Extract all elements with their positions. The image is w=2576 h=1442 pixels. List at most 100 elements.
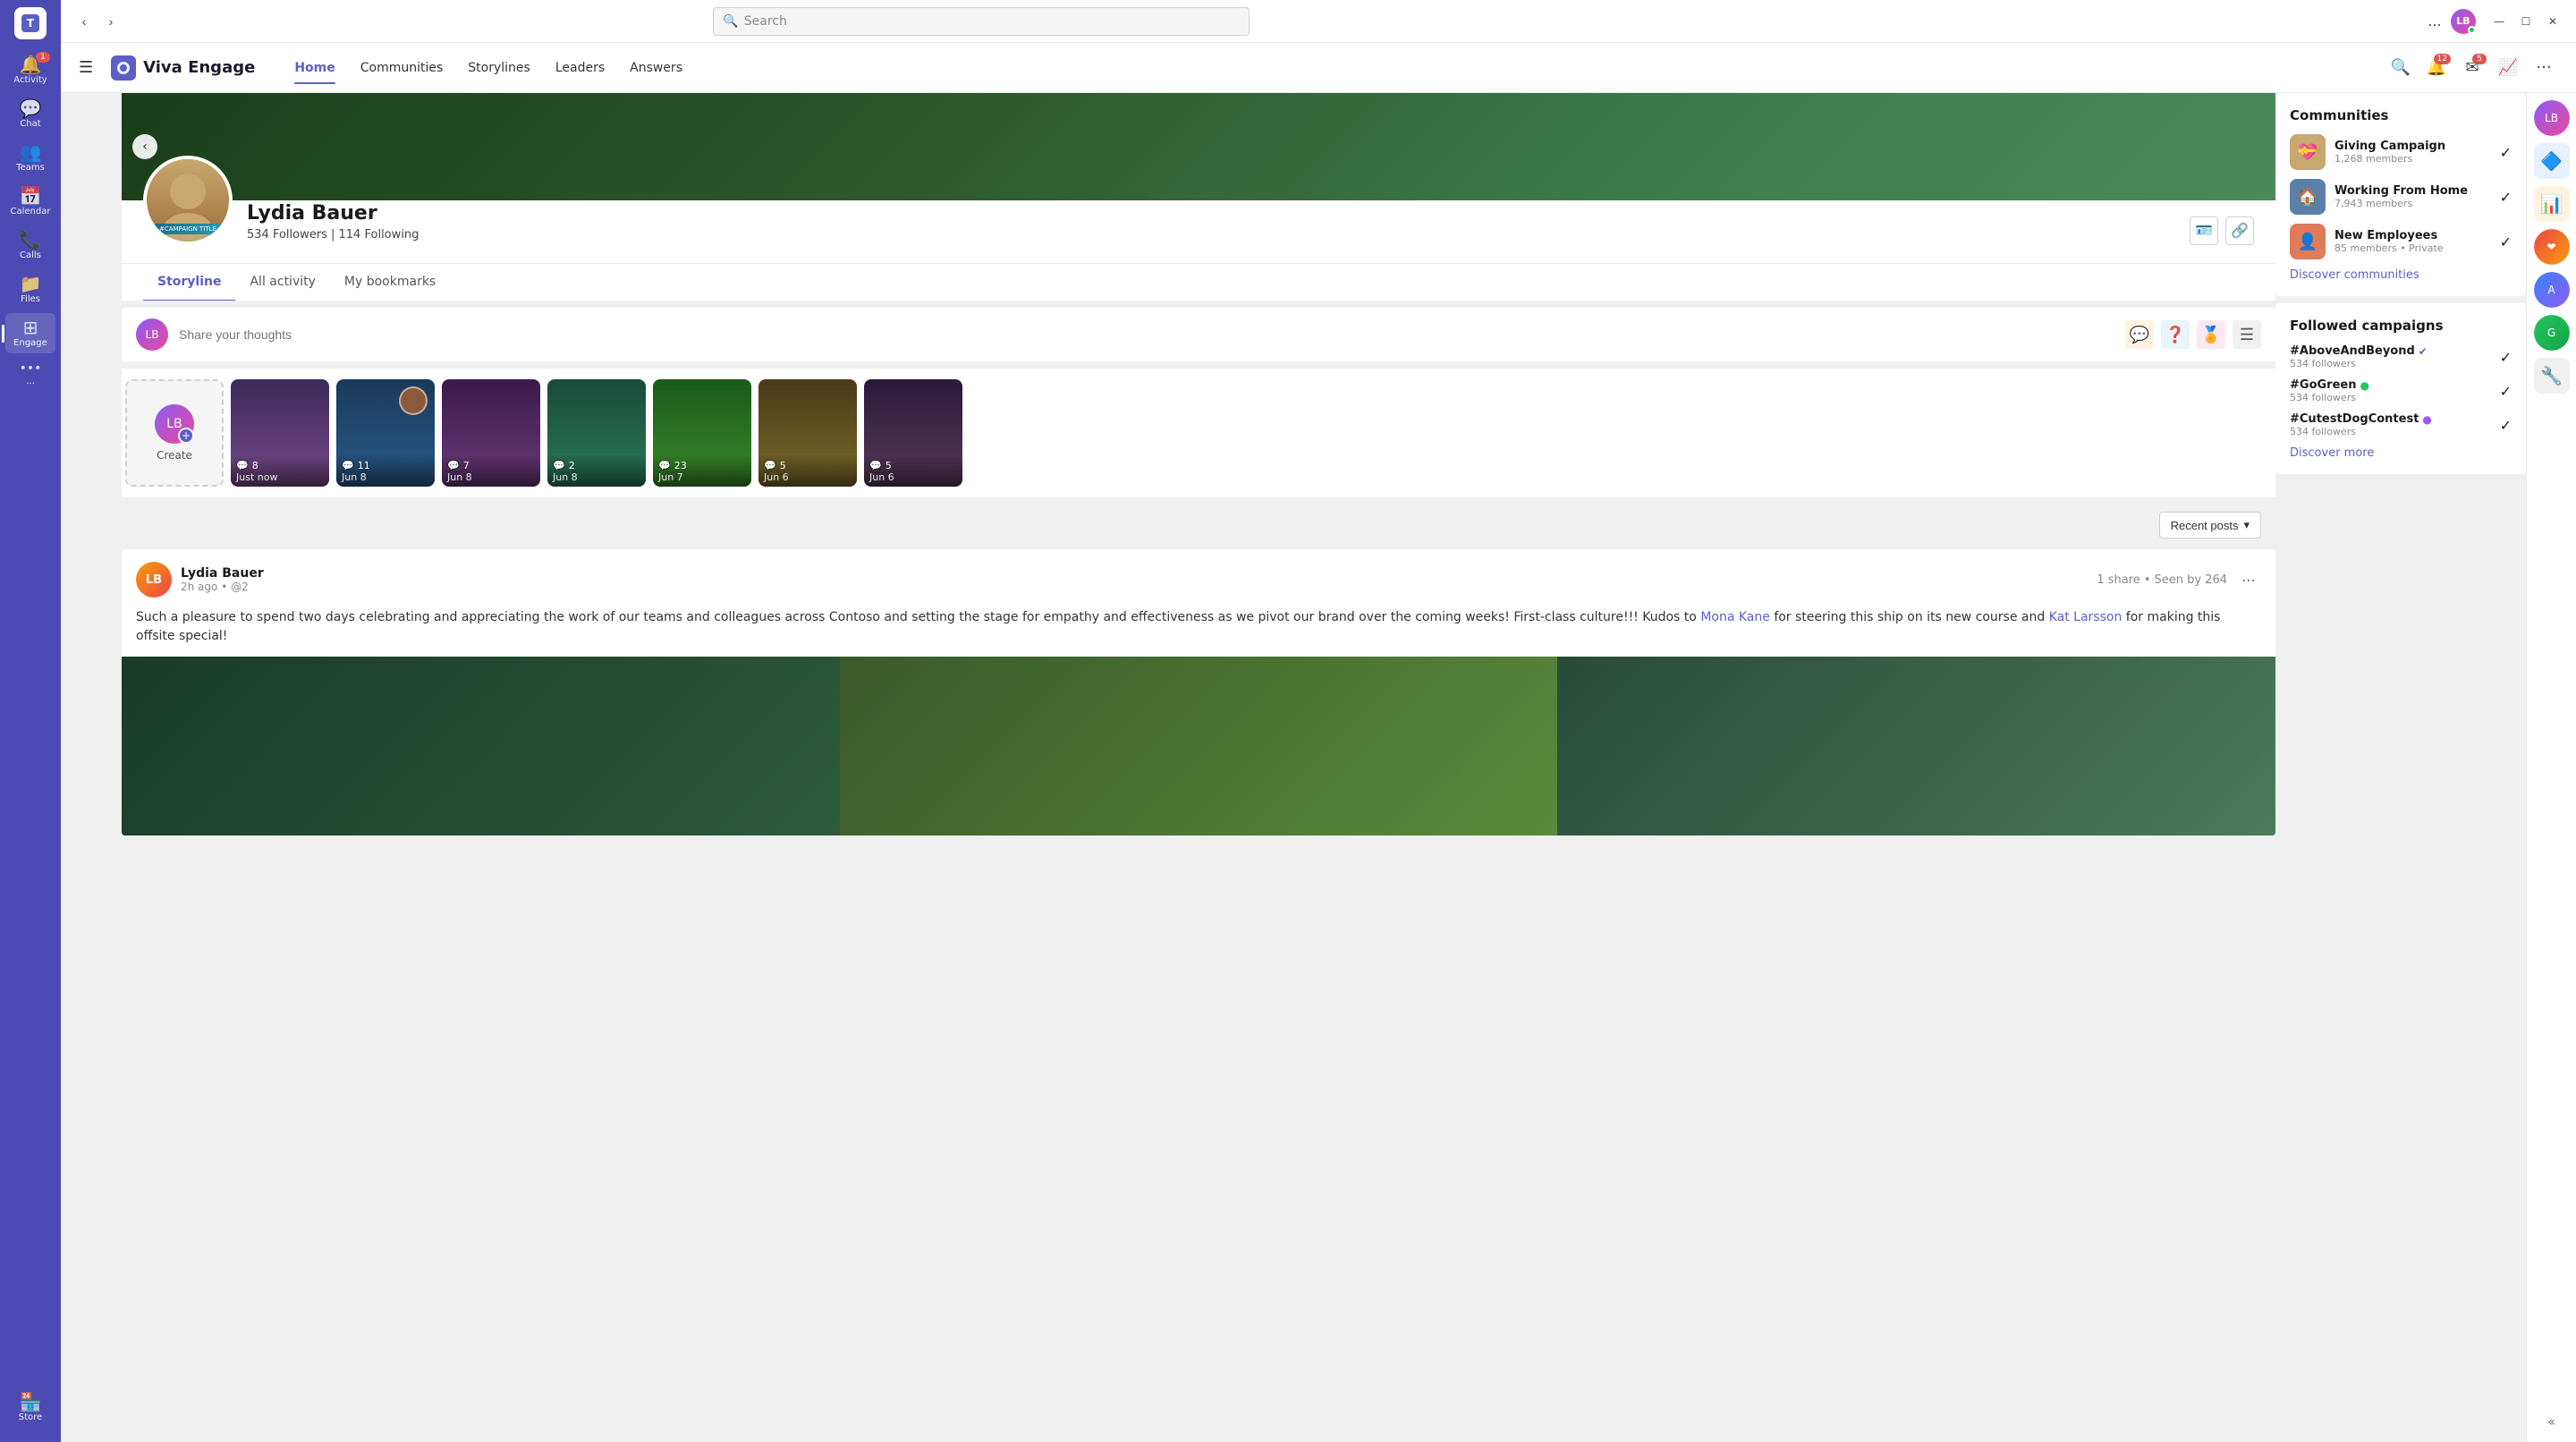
back-button[interactable]: ‹ — [132, 134, 157, 159]
nav-storylines[interactable]: Storylines — [457, 55, 541, 81]
teams-logo: T — [14, 7, 47, 39]
post-img-center — [840, 657, 1558, 836]
edit-profile-button[interactable]: 🪪 — [2190, 216, 2218, 245]
post-text-middle: for steering this ship on its new course… — [1774, 610, 2045, 624]
post-img-right — [1557, 657, 2275, 836]
nav-home[interactable]: Home — [284, 55, 345, 81]
sidebar-item-chat[interactable]: 💬 Chat — [5, 94, 55, 134]
post-more-button[interactable]: ⋯ — [2236, 567, 2261, 592]
comment-icon-7: 💬 — [869, 460, 882, 471]
search-button[interactable]: 🔍 — [2386, 54, 2415, 82]
far-right-icon-2[interactable]: 📊 — [2534, 186, 2570, 222]
recent-posts-label: Recent posts — [2171, 519, 2239, 532]
story-item-3[interactable]: 💬 7 Jun 8 — [442, 379, 540, 487]
tab-storyline[interactable]: Storyline — [143, 264, 235, 301]
article-icon-btn[interactable]: ☰ — [2233, 320, 2261, 349]
campaign-go-green[interactable]: #GoGreen ● 534 followers ✓ — [2290, 378, 2512, 403]
far-right-icon-1[interactable]: 🔷 — [2534, 143, 2570, 179]
app-header: ☰ Viva Engage Home Communities Storyline… — [61, 43, 2576, 93]
sidebar-item-calls[interactable]: 📞 Calls — [5, 225, 55, 266]
svg-text:👤: 👤 — [2298, 232, 2318, 251]
story-item-1[interactable]: 💬 8 Just now — [231, 379, 329, 487]
sidebar-item-calendar[interactable]: 📅 Calendar — [5, 182, 55, 222]
app-nav: Home Communities Storylines Leaders Answ… — [284, 55, 693, 81]
analytics-button[interactable]: 📈 — [2494, 54, 2522, 82]
sidebar-item-activity[interactable]: 🔔 Activity 1 — [5, 50, 55, 90]
forward-arrow[interactable]: › — [98, 9, 123, 34]
campaign-dog[interactable]: #CutestDogContest ● 534 followers ✓ — [2290, 412, 2512, 437]
community-wfh[interactable]: 🏠 Working From Home 7,943 members ✓ — [2290, 179, 2512, 215]
far-right-avatar-2[interactable]: ❤ — [2534, 229, 2570, 265]
titlebar-more[interactable]: ... — [2422, 9, 2447, 34]
chat-icon: 💬 — [20, 99, 42, 117]
comment-icon-1: 💬 — [236, 460, 249, 471]
far-right-panel: LB 🔷 📊 ❤ A G 🔧 « — [2526, 93, 2576, 1442]
sidebar-item-files[interactable]: 📁 Files — [5, 269, 55, 310]
tab-bookmarks[interactable]: My bookmarks — [330, 264, 450, 301]
discover-more-link[interactable]: Discover more — [2290, 446, 2512, 460]
story-item-4[interactable]: 💬 2 Jun 8 — [547, 379, 646, 487]
far-right-avatar-3[interactable]: A — [2534, 272, 2570, 308]
community-new-employees-icon: 👤 — [2290, 224, 2326, 259]
close-button[interactable]: ✕ — [2540, 9, 2565, 34]
far-right-icon-3[interactable]: 🔧 — [2534, 358, 2570, 394]
notifications-button[interactable]: 🔔 12 — [2422, 54, 2451, 82]
minimize-button[interactable]: — — [2487, 9, 2512, 34]
far-right-avatar-4[interactable]: G — [2534, 315, 2570, 351]
sidebar-item-store[interactable]: 🏪 Store — [5, 1387, 55, 1428]
comment-count-6: 5 — [780, 460, 786, 471]
post-timestamp: 2h ago • @2 — [181, 581, 2088, 593]
calendar-icon: 📅 — [20, 187, 42, 205]
collapse-button[interactable]: « — [2539, 1410, 2564, 1435]
hamburger-menu[interactable]: ☰ — [79, 58, 93, 77]
story-meta-4: 💬 2 — [553, 460, 640, 471]
share-input[interactable] — [179, 318, 2114, 351]
nav-leaders[interactable]: Leaders — [545, 55, 615, 81]
back-arrow[interactable]: ‹ — [72, 9, 97, 34]
maximize-button[interactable]: ☐ — [2513, 9, 2538, 34]
story-create-plus: + — [178, 428, 194, 444]
comment-count-4: 2 — [569, 460, 575, 471]
profile-area: #CAMPAIGN TITLE Lydia Bauer 534 Follower… — [122, 156, 2275, 263]
teams-sidebar: T 🔔 Activity 1 💬 Chat 👥 Teams 📅 Calendar… — [0, 0, 61, 1442]
story-overlay-5: 💬 23 Jun 7 — [653, 454, 751, 487]
praise-icon-btn[interactable]: 🏅 — [2197, 320, 2225, 349]
chat-icon-btn[interactable]: 💬 — [2125, 320, 2154, 349]
verified-icon-dog: ● — [2422, 413, 2431, 426]
campaign-above-beyond[interactable]: #AboveAndBeyond ✔ 534 followers ✓ — [2290, 344, 2512, 369]
post-link-kat[interactable]: Kat Larsson — [2049, 610, 2123, 624]
nav-communities[interactable]: Communities — [350, 55, 454, 81]
far-right-avatar-1[interactable]: LB — [2534, 100, 2570, 136]
tab-all-activity[interactable]: All activity — [235, 264, 329, 301]
post-link-mona[interactable]: Mona Kane — [1700, 610, 1770, 624]
story-item-7[interactable]: 💬 5 Jun 6 — [864, 379, 962, 487]
story-item-5[interactable]: 💬 23 Jun 7 — [653, 379, 751, 487]
share-profile-button[interactable]: 🔗 — [2225, 216, 2254, 245]
sidebar-item-teams[interactable]: 👥 Teams — [5, 138, 55, 178]
story-date-7: Jun 6 — [869, 471, 957, 483]
header-more-button[interactable]: ··· — [2529, 54, 2558, 82]
dropdown-icon: ▾ — [2243, 518, 2250, 532]
community-new-employees[interactable]: 👤 New Employees 85 members • Private ✓ — [2290, 224, 2512, 259]
community-wfh-check: ✓ — [2500, 189, 2512, 206]
story-create[interactable]: LB + Create — [125, 379, 224, 487]
post-header: LB Lydia Bauer 2h ago • @2 1 share • See… — [122, 549, 2275, 598]
sidebar-item-engage[interactable]: ⊞ Engage — [5, 313, 55, 353]
community-giving[interactable]: 💝 Giving Campaign 1,268 members ✓ — [2290, 134, 2512, 170]
message-badge: 5 — [2472, 54, 2487, 64]
campaigns-title: Followed campaigns — [2290, 318, 2512, 334]
recent-posts-button[interactable]: Recent posts ▾ — [2159, 512, 2261, 539]
messages-button[interactable]: ✉ 5 — [2458, 54, 2487, 82]
question-icon-btn[interactable]: ❓ — [2161, 320, 2190, 349]
story-item-2[interactable]: 💬 11 Jun 8 — [336, 379, 435, 487]
campaign-green-check: ✓ — [2500, 383, 2512, 400]
nav-answers[interactable]: Answers — [619, 55, 693, 81]
user-avatar[interactable]: LB — [2451, 9, 2476, 34]
teams-icon: 👥 — [20, 143, 42, 161]
post-shares: 1 share — [2097, 573, 2140, 587]
sidebar-item-more[interactable]: ••• ... — [5, 357, 55, 392]
discover-communities-link[interactable]: Discover communities — [2290, 268, 2512, 282]
search-bar[interactable]: 🔍 Search — [713, 7, 1250, 36]
store-icon: 🏪 — [20, 1393, 42, 1411]
story-item-6[interactable]: 💬 5 Jun 6 — [758, 379, 857, 487]
